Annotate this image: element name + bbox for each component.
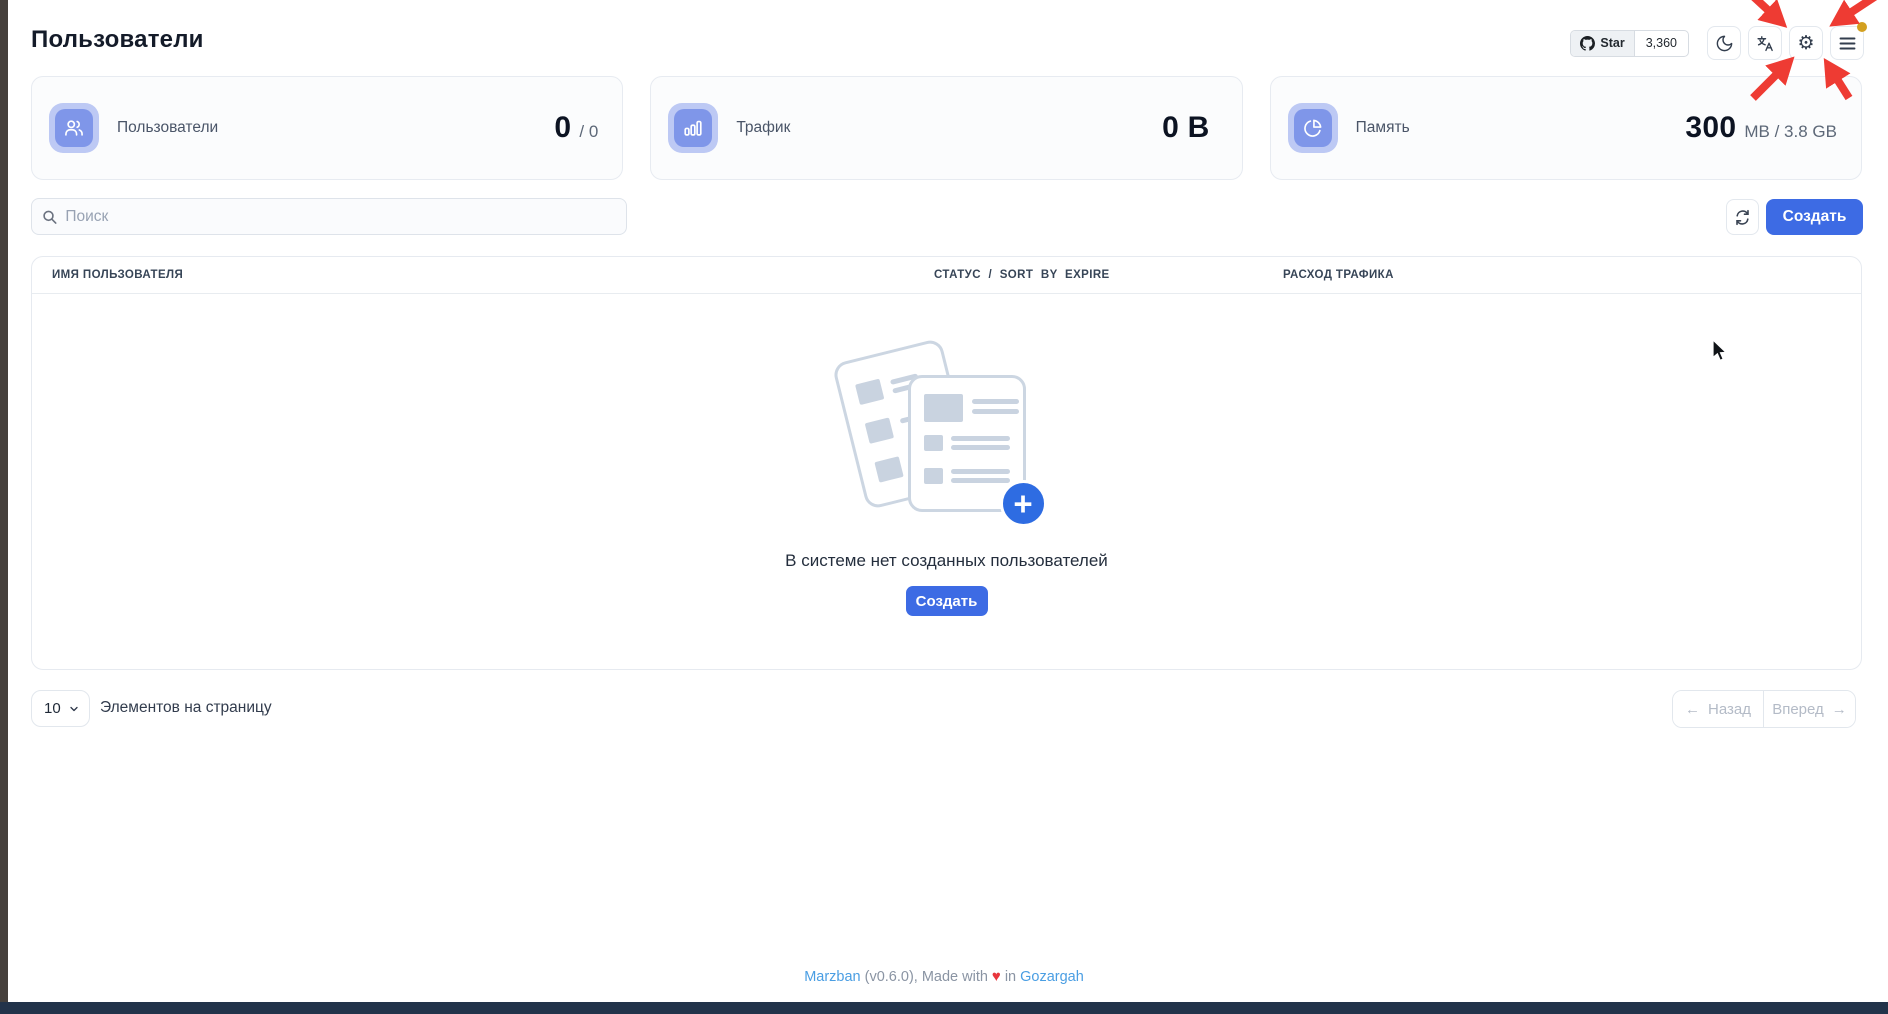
- stat-value: 300: [1685, 111, 1736, 145]
- footer: Marzban (v0.6.0), Made with ♥ in Gozarga…: [0, 968, 1888, 985]
- github-star-button[interactable]: Star: [1571, 31, 1634, 56]
- gozargah-link[interactable]: Gozargah: [1020, 969, 1084, 985]
- column-header-traffic[interactable]: РАСХОД ТРАФИКА: [1283, 269, 1394, 281]
- left-arrow-icon: ←: [1685, 701, 1700, 718]
- arrow-top-left: [1742, 0, 1769, 11]
- github-star-label: Star: [1600, 36, 1624, 50]
- table-header-row: ИМЯ ПОЛЬЗОВАТЕЛЯ СТАТУС / SORT BY EXPIRE…: [32, 257, 1861, 294]
- menu-button[interactable]: [1830, 26, 1864, 60]
- next-page-button[interactable]: Вперед →: [1764, 691, 1855, 727]
- github-star-widget[interactable]: Star 3,360: [1570, 30, 1689, 57]
- search-box[interactable]: [31, 198, 627, 235]
- refresh-button[interactable]: [1726, 199, 1759, 235]
- refresh-icon: [1734, 209, 1751, 226]
- stat-label: Память: [1356, 119, 1410, 137]
- prev-page-button[interactable]: ← Назад: [1673, 691, 1764, 727]
- translate-icon: [1756, 34, 1775, 53]
- heart-icon: ♥: [992, 968, 1001, 985]
- marzban-link[interactable]: Marzban: [804, 969, 860, 985]
- stat-card-memory: Память 300 MB / 3.8 GB: [1270, 76, 1862, 180]
- window-bottom-bar: [0, 1002, 1888, 1014]
- per-page-label: Элементов на страницу: [100, 699, 272, 717]
- pie-chart-icon: [1302, 117, 1324, 139]
- stat-suffix: MB / 3.8 GB: [1744, 122, 1837, 142]
- github-star-count[interactable]: 3,360: [1635, 31, 1688, 56]
- users-icon: [63, 117, 85, 139]
- footer-version-text: (v0.6.0), Made with: [865, 969, 988, 985]
- users-icon-tile: [49, 103, 99, 153]
- stat-label: Пользователи: [117, 119, 218, 137]
- traffic-icon-tile: [668, 103, 718, 153]
- stat-label: Трафик: [736, 119, 790, 137]
- stats-row: Пользователи 0 / 0 Трафик 0 B Память 300 M…: [31, 76, 1862, 180]
- gear-icon: ⚙: [1797, 34, 1814, 53]
- add-user-plus-icon[interactable]: +: [1000, 480, 1047, 527]
- page-size-value: 10: [44, 700, 61, 717]
- window-left-edge: [0, 0, 8, 1014]
- bar-chart-icon: [682, 117, 704, 139]
- stat-value: 0 B: [1162, 111, 1210, 145]
- column-header-username[interactable]: ИМЯ ПОЛЬЗОВАТЕЛЯ: [52, 269, 183, 281]
- users-table: ИМЯ ПОЛЬЗОВАТЕЛЯ СТАТУС / SORT BY EXPIRE…: [31, 256, 1862, 670]
- moon-icon: [1715, 34, 1734, 53]
- notification-dot: [1857, 22, 1867, 32]
- stat-card-traffic: Трафик 0 B: [650, 76, 1242, 180]
- next-page-label: Вперед: [1772, 701, 1824, 718]
- empty-state: + В системе нет созданных пользователей …: [32, 347, 1861, 616]
- stat-value: 0: [554, 111, 571, 145]
- search-icon: [42, 209, 57, 225]
- github-icon: [1580, 36, 1595, 51]
- right-arrow-icon: →: [1832, 701, 1847, 718]
- language-button[interactable]: [1748, 26, 1782, 60]
- memory-icon-tile: [1288, 103, 1338, 153]
- settings-button[interactable]: ⚙: [1789, 26, 1823, 60]
- page-size-select[interactable]: 10: [31, 690, 90, 727]
- dark-mode-button[interactable]: [1707, 26, 1741, 60]
- stat-card-users: Пользователи 0 / 0: [31, 76, 623, 180]
- pagination-nav: ← Назад Вперед →: [1672, 690, 1856, 728]
- footer-in-text: in: [1005, 969, 1016, 985]
- column-header-status-sort[interactable]: СТАТУС / SORT BY EXPIRE: [934, 269, 1110, 281]
- chevron-down-icon: [68, 703, 80, 715]
- menu-icon: [1839, 36, 1856, 51]
- stat-suffix: / 0: [579, 122, 598, 142]
- arrow-top-right: [1850, 0, 1882, 13]
- empty-state-create-button[interactable]: Создать: [906, 586, 988, 616]
- create-user-button[interactable]: Создать: [1766, 199, 1863, 235]
- header-controls: Star 3,360 ⚙: [1570, 26, 1864, 60]
- empty-documents-illustration: +: [832, 347, 1062, 527]
- empty-state-message: В системе нет созданных пользователей: [785, 551, 1108, 571]
- prev-page-label: Назад: [1708, 701, 1751, 718]
- search-input[interactable]: [65, 208, 616, 226]
- page-title: Пользователи: [31, 26, 204, 54]
